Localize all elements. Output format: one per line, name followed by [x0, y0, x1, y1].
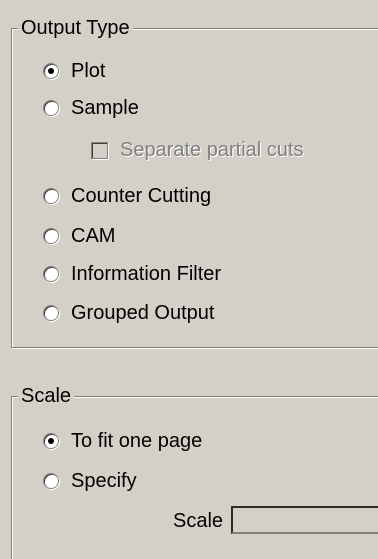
information-filter-radio-indicator[interactable]	[43, 266, 59, 282]
sample-radio-indicator[interactable]	[43, 100, 59, 116]
information-filter-radio[interactable]: Information Filter	[43, 261, 221, 287]
counter-cutting-label: Counter Cutting	[71, 184, 212, 207]
grouped-output-label: Grouped Output	[71, 301, 215, 324]
scale-group-title: Scale	[18, 384, 75, 408]
information-filter-label: Information Filter	[71, 262, 222, 285]
counter-cutting-radio[interactable]: Counter Cutting	[43, 183, 211, 209]
specify-label: Specify	[71, 469, 137, 492]
cam-radio[interactable]: CAM	[43, 223, 115, 249]
plot-radio-indicator[interactable]	[43, 63, 59, 79]
fit-one-page-label: To fit one page	[71, 429, 203, 452]
scale-input[interactable]	[231, 506, 378, 534]
specify-radio-indicator[interactable]	[43, 473, 59, 489]
separate-partial-cuts-checkbox[interactable]: Separate partial cuts	[91, 137, 303, 163]
sample-label: Sample	[71, 96, 139, 119]
separate-partial-cuts-box[interactable]	[91, 141, 108, 159]
fit-one-page-radio-indicator[interactable]	[43, 433, 59, 449]
grouped-output-radio-indicator[interactable]	[43, 305, 59, 321]
output-type-title: Output Type	[18, 16, 133, 40]
cam-radio-indicator[interactable]	[43, 228, 59, 244]
scale-field-label: Scale	[173, 510, 224, 532]
plot-label: Plot	[71, 59, 106, 82]
grouped-output-radio[interactable]: Grouped Output	[43, 300, 214, 326]
plot-radio[interactable]: Plot	[43, 58, 105, 84]
counter-cutting-radio-indicator[interactable]	[43, 188, 59, 204]
sample-radio[interactable]: Sample	[43, 95, 139, 121]
specify-radio[interactable]: Specify	[43, 468, 137, 494]
output-options-panel: Output Type Plot Sample Separate partial…	[0, 0, 378, 559]
fit-one-page-radio[interactable]: To fit one page	[43, 428, 202, 454]
separate-partial-cuts-label: Separate partial cuts	[120, 138, 304, 161]
cam-label: CAM	[71, 224, 116, 247]
